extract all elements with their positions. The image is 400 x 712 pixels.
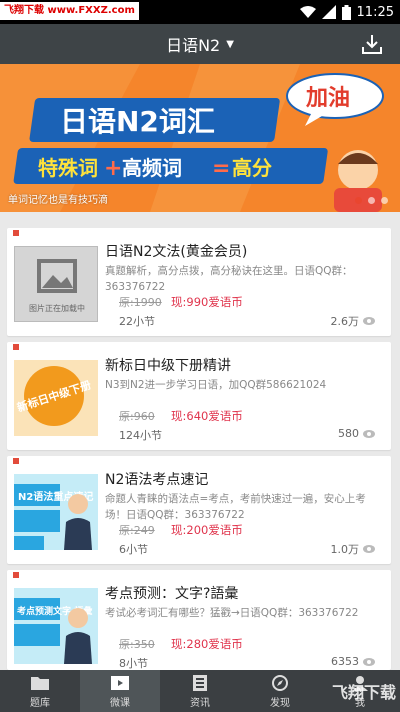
bottom-nav: 题库 微课 资讯 发现 我: [0, 670, 400, 712]
view-count: 1.0万: [330, 541, 375, 557]
exam-level-selector[interactable]: 日语N2 ▼: [0, 24, 400, 64]
newspaper-icon: [193, 674, 207, 691]
banner-equals-sign: =: [212, 156, 230, 181]
course-title: 日语N2文法(黄金会员): [105, 244, 248, 260]
status-bar: 飞翔下载 www.FXXZ.com 11:25: [0, 0, 400, 24]
course-thumbnail: N2语法重点速记: [14, 474, 98, 550]
eye-icon: [363, 317, 375, 325]
download-icon[interactable]: [360, 32, 384, 56]
course-thumbnail: 图片正在加载中: [14, 246, 98, 322]
course-thumbnail: 考点预测文字·語彙: [14, 588, 98, 664]
original-price: 原:350: [119, 638, 155, 651]
watermark-label: 飞翔下载 www.FXXZ.com: [0, 2, 139, 20]
nav-label: 题库: [30, 697, 50, 709]
banner-tag-2: 高频词: [122, 156, 182, 180]
compass-icon: [272, 674, 288, 691]
banner-tag-1: 特殊词: [38, 156, 98, 180]
nav-label: 资讯: [190, 697, 210, 709]
eye-icon: [363, 657, 375, 666]
course-description: 考试必考词汇有哪些？猛戳→日语QQ群：363376722: [105, 607, 359, 619]
corner-flag: [13, 572, 19, 578]
section-count: 124小节: [119, 429, 162, 442]
current-price: 现:640爱语币: [171, 409, 243, 423]
signal-icon: [321, 5, 336, 19]
original-price: 原:249: [119, 524, 155, 537]
page-title: 日语N2: [166, 36, 221, 55]
eye-icon: [363, 545, 375, 553]
current-price: 现:990爱语币: [171, 295, 243, 309]
corner-flag: [13, 458, 19, 464]
video-icon: [111, 675, 129, 690]
course-card[interactable]: 新标日中级下册 新标日中级下册精讲 N3到N2进一步学习日语，加QQ群58662…: [7, 342, 391, 450]
view-count: 580: [338, 427, 375, 440]
view-count: 2.6万: [330, 313, 375, 329]
svg-text:图片正在加载中: 图片正在加载中: [29, 303, 85, 313]
banner-artwork: 日语N2词汇 特殊词 + 高频词 = 高分 加油: [0, 64, 400, 212]
course-description: 真题解析，高分点拨，高分秘诀在这里。日语QQ群：363376722: [105, 265, 353, 293]
section-count: 22小节: [119, 315, 155, 328]
nav-tab-micro-course[interactable]: 微课: [80, 670, 160, 712]
thumbnail-art: N2语法重点速记: [14, 474, 98, 550]
banner-bubble: 加油: [305, 86, 350, 111]
corner-flag: [13, 344, 19, 350]
banner-tag-3: 高分: [232, 156, 272, 180]
status-icons: 11:25: [299, 0, 394, 24]
current-price: 现:200爱语币: [171, 523, 243, 537]
nav-tab-news[interactable]: 资讯: [160, 670, 240, 712]
course-title: N2语法考点速记: [105, 472, 209, 488]
banner-plus-sign: +: [104, 156, 122, 181]
carousel-dot[interactable]: [368, 197, 375, 204]
current-price: 现:280爱语币: [171, 637, 243, 651]
carousel-indicator: [355, 197, 388, 204]
original-price: 原:1990: [119, 296, 162, 309]
section-count: 6小节: [119, 543, 148, 556]
banner-headline: 日语N2词汇: [60, 105, 215, 138]
clock: 11:25: [356, 4, 394, 20]
eye-icon: [363, 429, 375, 438]
carousel-dot[interactable]: [355, 197, 362, 204]
course-title: 考点预测：文字?語彙: [105, 586, 239, 602]
nav-label: 微课: [110, 697, 130, 709]
view-count-value: 6353: [331, 655, 359, 668]
nav-tab-me[interactable]: 我: [320, 670, 400, 712]
view-count: 6353: [331, 655, 375, 668]
thumbnail-art: 考点预测文字·語彙: [14, 588, 98, 664]
course-description: N3到N2进一步学习日语，加QQ群586621024: [105, 379, 327, 391]
view-count-value: 2.6万: [330, 315, 360, 328]
course-description: 命题人青睐的语法点=考点，考前快速过一遍，安心上考场！日语QQ群：3633767…: [105, 493, 366, 521]
caret-down-icon: ▼: [226, 38, 234, 50]
nav-label: 发现: [270, 697, 290, 709]
nav-label: 我: [355, 697, 365, 709]
wifi-icon: [299, 6, 316, 18]
section-count: 8小节: [119, 657, 148, 670]
nav-tab-discover[interactable]: 发现: [240, 670, 320, 712]
course-card[interactable]: N2语法重点速记 N2语法考点速记 命题人青睐的语法点=考点，考前快速过一遍，安…: [7, 456, 391, 564]
promo-banner[interactable]: 日语N2词汇 特殊词 + 高频词 = 高分 加油 单词记忆也是有技巧滴: [0, 64, 400, 212]
view-count-value: 580: [338, 427, 359, 440]
view-count-value: 1.0万: [330, 543, 360, 556]
original-price: 原:960: [119, 410, 155, 423]
carousel-dot[interactable]: [381, 197, 388, 204]
nav-tab-question-bank[interactable]: 题库: [0, 670, 80, 712]
course-title: 新标日中级下册精讲: [105, 358, 231, 374]
folder-icon: [31, 676, 49, 690]
course-card[interactable]: 考点预测文字·語彙 考点预测：文字?語彙 考试必考词汇有哪些？猛戳→日语QQ群：…: [7, 570, 391, 670]
course-thumbnail: 新标日中级下册: [14, 360, 98, 436]
top-bar: 日语N2 ▼: [0, 24, 400, 64]
thumbnail-art: 新标日中级下册: [15, 366, 93, 426]
banner-caption: 单词记忆也是有技巧滴: [8, 195, 108, 206]
battery-icon: [341, 4, 351, 20]
course-card[interactable]: 图片正在加载中 日语N2文法(黄金会员) 真题解析，高分点拨，高分秘诀在这里。日…: [7, 228, 391, 336]
image-placeholder-icon: 图片正在加载中: [29, 259, 85, 313]
user-icon: [352, 675, 368, 691]
corner-flag: [13, 230, 19, 236]
